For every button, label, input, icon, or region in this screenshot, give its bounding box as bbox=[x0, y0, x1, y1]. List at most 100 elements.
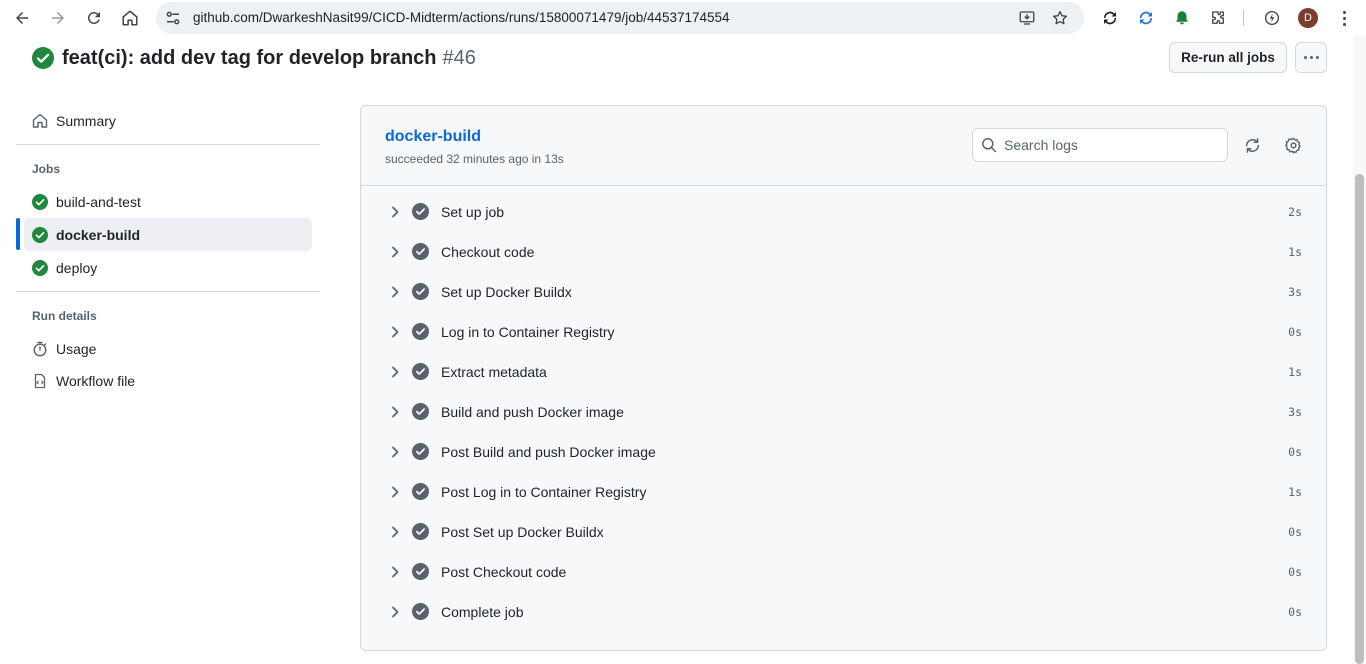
address-bar[interactable]: github.com/DwarkeshNasit99/CICD-Midterm/… bbox=[156, 2, 1084, 34]
sidebar-item-docker-build[interactable]: docker-build bbox=[24, 218, 312, 251]
job-header: docker-build succeeded 32 minutes ago in… bbox=[361, 106, 1326, 186]
step-name: Post Set up Docker Buildx bbox=[441, 524, 604, 540]
install-app-icon[interactable] bbox=[1018, 9, 1036, 27]
step-duration: 3s bbox=[1288, 285, 1302, 299]
step-name: Extract metadata bbox=[441, 364, 547, 380]
job-step-row[interactable]: Extract metadata 1s bbox=[361, 352, 1326, 392]
reload-icon bbox=[87, 11, 100, 24]
profile-avatar[interactable]: D bbox=[1298, 8, 1318, 28]
browser-toolbar: github.com/DwarkeshNasit99/CICD-Midterm/… bbox=[0, 0, 1366, 36]
extensions-puzzle-icon[interactable] bbox=[1208, 8, 1228, 28]
back-button[interactable] bbox=[10, 6, 34, 30]
step-name: Build and push Docker image bbox=[441, 404, 624, 420]
sidebar-item-build-and-test[interactable]: build-and-test bbox=[24, 185, 312, 218]
step-success-icon bbox=[412, 363, 429, 380]
job-step-row[interactable]: Set up job 2s bbox=[361, 192, 1326, 232]
bookmark-star-icon[interactable] bbox=[1051, 9, 1069, 27]
job-step-row[interactable]: Post Log in to Container Registry 1s bbox=[361, 472, 1326, 512]
step-success-icon bbox=[412, 283, 429, 300]
sidebar-item-label: Summary bbox=[56, 112, 116, 129]
kebab-dot-icon bbox=[1309, 56, 1313, 59]
job-step-row[interactable]: Log in to Container Registry 0s bbox=[361, 312, 1326, 352]
step-name: Set up job bbox=[441, 204, 505, 220]
scrollbar-thumb[interactable] bbox=[1355, 174, 1364, 664]
chevron-right-icon[interactable] bbox=[387, 444, 403, 460]
log-settings-button[interactable] bbox=[1281, 133, 1305, 157]
job-step-row[interactable]: Checkout code 1s bbox=[361, 232, 1326, 272]
step-name: Post Log in to Container Registry bbox=[441, 484, 647, 500]
job-step-row[interactable]: Build and push Docker image 3s bbox=[361, 392, 1326, 432]
more-options-button[interactable] bbox=[1295, 42, 1327, 73]
search-logs-input[interactable] bbox=[1004, 135, 1219, 155]
arrow-left-icon bbox=[16, 12, 28, 24]
job-step-row[interactable]: Set up Docker Buildx 3s bbox=[361, 272, 1326, 312]
page-scrollbar[interactable] bbox=[1353, 36, 1366, 664]
run-number: #46 bbox=[442, 46, 476, 69]
step-duration: 0s bbox=[1288, 525, 1302, 539]
refresh-logs-button[interactable] bbox=[1240, 133, 1264, 157]
chevron-right-icon[interactable] bbox=[387, 484, 403, 500]
job-step-row[interactable]: Complete job 0s bbox=[361, 592, 1326, 632]
step-success-icon bbox=[412, 403, 429, 420]
job-title-link[interactable]: docker-build bbox=[385, 128, 481, 146]
sidebar-item-label: deploy bbox=[56, 259, 98, 276]
run-details-heading: Run details bbox=[32, 309, 97, 323]
chevron-right-icon[interactable] bbox=[387, 364, 403, 380]
reload-button[interactable] bbox=[82, 6, 106, 30]
step-name: Complete job bbox=[441, 604, 524, 620]
step-duration: 0s bbox=[1288, 605, 1302, 619]
sidebar-item-workflow-file[interactable]: Workflow file bbox=[24, 364, 312, 397]
chevron-right-icon[interactable] bbox=[387, 524, 403, 540]
site-info-icon[interactable] bbox=[164, 9, 182, 27]
performance-icon[interactable] bbox=[1262, 8, 1282, 28]
sidebar-item-label: Workflow file bbox=[56, 372, 136, 389]
search-logs-field[interactable] bbox=[972, 128, 1228, 162]
step-name: Log in to Container Registry bbox=[441, 324, 615, 340]
browser-menu-button[interactable] bbox=[1334, 8, 1354, 28]
sidebar-item-label: Usage bbox=[56, 340, 97, 357]
sidebar-item-usage[interactable]: Usage bbox=[24, 332, 312, 365]
kebab-dot-icon bbox=[1303, 56, 1307, 59]
chevron-right-icon[interactable] bbox=[387, 564, 403, 580]
toolbar-separator bbox=[1243, 10, 1244, 26]
kebab-dot-icon bbox=[1315, 56, 1319, 59]
chevron-right-icon[interactable] bbox=[387, 204, 403, 220]
rerun-all-jobs-button[interactable]: Re-run all jobs bbox=[1169, 42, 1287, 73]
success-check-icon bbox=[32, 47, 54, 69]
step-success-icon bbox=[412, 603, 429, 620]
refresh-extension-icon[interactable] bbox=[1136, 8, 1156, 28]
step-duration: 2s bbox=[1288, 205, 1302, 219]
step-duration: 0s bbox=[1288, 565, 1302, 579]
file-code-icon bbox=[34, 373, 46, 388]
sidebar-item-summary[interactable]: Summary bbox=[24, 104, 312, 137]
search-icon bbox=[982, 138, 997, 153]
jobs-heading: Jobs bbox=[32, 162, 61, 176]
sidebar-item-deploy[interactable]: deploy bbox=[24, 251, 312, 284]
stopwatch-icon bbox=[33, 341, 47, 357]
sync-extension-icon[interactable] bbox=[1100, 8, 1120, 28]
step-success-icon bbox=[412, 563, 429, 580]
chevron-right-icon[interactable] bbox=[387, 604, 403, 620]
chevron-right-icon[interactable] bbox=[387, 284, 403, 300]
step-success-icon bbox=[412, 523, 429, 540]
gear-icon bbox=[1284, 137, 1301, 153]
step-name: Post Build and push Docker image bbox=[441, 444, 656, 460]
sidebar-item-label: docker-build bbox=[56, 226, 141, 243]
step-name: Set up Docker Buildx bbox=[441, 284, 572, 300]
forward-button[interactable] bbox=[46, 6, 70, 30]
success-check-icon bbox=[32, 259, 48, 276]
success-check-icon bbox=[32, 226, 48, 243]
chevron-right-icon[interactable] bbox=[387, 244, 403, 260]
url-text[interactable]: github.com/DwarkeshNasit99/CICD-Midterm/… bbox=[193, 10, 730, 25]
job-step-row[interactable]: Post Checkout code 0s bbox=[361, 552, 1326, 592]
page-title: feat(ci): add dev tag for develop branch bbox=[62, 46, 437, 69]
job-step-row[interactable]: Post Set up Docker Buildx 0s bbox=[361, 512, 1326, 552]
step-duration: 3s bbox=[1288, 405, 1302, 419]
chevron-right-icon[interactable] bbox=[387, 404, 403, 420]
chevron-right-icon[interactable] bbox=[387, 324, 403, 340]
home-button[interactable] bbox=[118, 6, 142, 30]
bell-extension-icon[interactable] bbox=[1172, 8, 1192, 28]
job-steps-list: Set up job 2s Checkout code 1s Set up Do… bbox=[361, 192, 1326, 632]
job-step-row[interactable]: Post Build and push Docker image 0s bbox=[361, 432, 1326, 472]
step-success-icon bbox=[412, 443, 429, 460]
